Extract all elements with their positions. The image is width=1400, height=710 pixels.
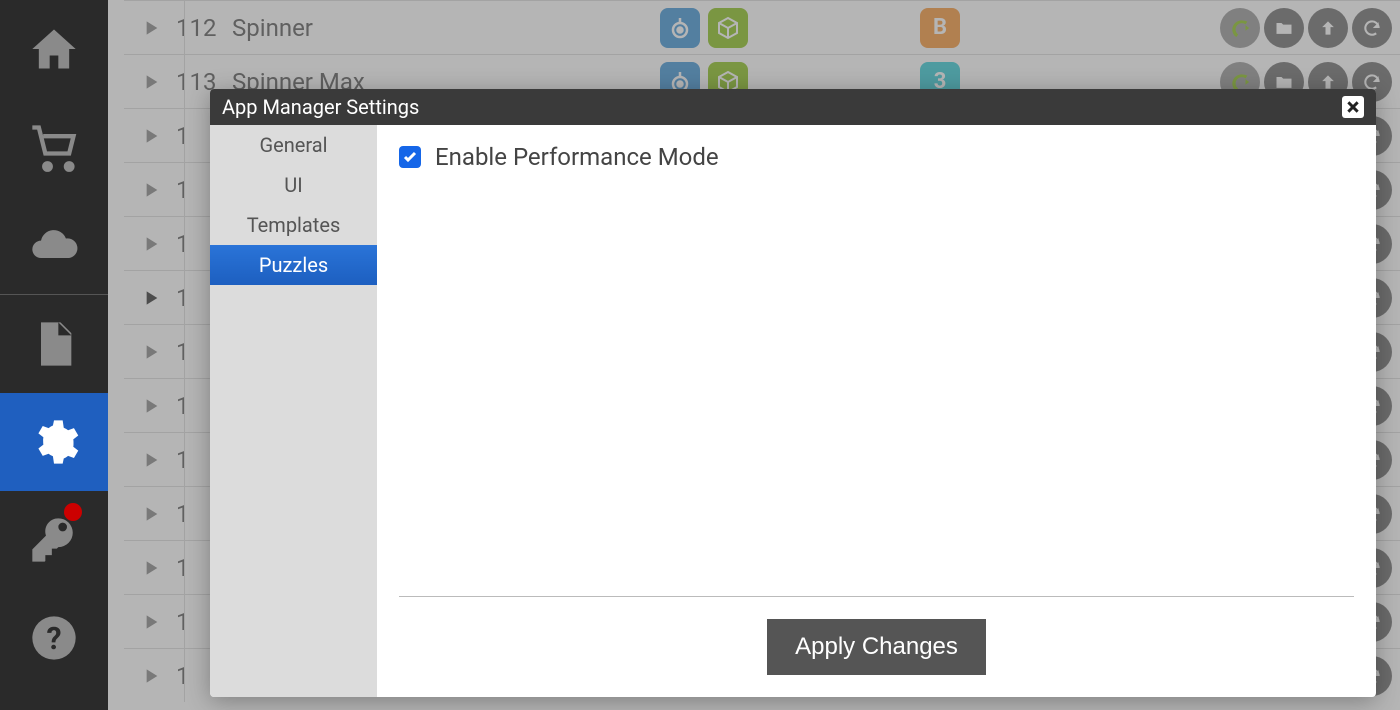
play-icon <box>144 614 160 630</box>
home-icon <box>28 23 80 75</box>
option-performance-mode: Enable Performance Mode <box>399 143 1354 171</box>
expand-toggle[interactable] <box>132 74 172 90</box>
dialog-header: App Manager Settings <box>210 89 1376 125</box>
sidebar-item-license[interactable] <box>0 491 108 589</box>
sidebar-item-home[interactable] <box>0 0 108 98</box>
nav-label: General <box>259 133 327 157</box>
gear-icon <box>28 416 80 468</box>
close-icon <box>1346 100 1360 114</box>
play-icon <box>144 74 160 90</box>
row-name: Spinner <box>232 14 660 42</box>
dialog-title: App Manager Settings <box>222 95 419 119</box>
main-sidebar: ? <box>0 0 108 710</box>
play-icon <box>144 182 160 198</box>
key-icon <box>28 514 80 566</box>
play-icon <box>144 20 160 36</box>
nav-label: UI <box>284 173 302 197</box>
dialog-nav-general[interactable]: General <box>210 125 377 165</box>
nav-label: Puzzles <box>259 253 328 277</box>
notification-dot <box>64 503 82 521</box>
play-icon <box>144 344 160 360</box>
play-icon <box>144 668 160 684</box>
column-separator <box>184 0 185 702</box>
play-icon <box>144 560 160 576</box>
play-icon <box>144 290 160 306</box>
dialog-close-button[interactable] <box>1342 96 1364 118</box>
dialog-main: Enable Performance Mode Apply Changes <box>377 125 1376 697</box>
play-icon <box>144 236 160 252</box>
sidebar-item-settings[interactable] <box>0 393 108 491</box>
row-engine-badges <box>660 8 920 48</box>
sidebar-item-files[interactable] <box>0 295 108 393</box>
dialog-nav-puzzles[interactable]: Puzzles <box>210 245 377 285</box>
play-icon <box>144 128 160 144</box>
sidebar-item-store[interactable] <box>0 98 108 196</box>
settings-dialog: App Manager Settings General UI Template… <box>210 89 1376 697</box>
up-arrow-icon <box>1318 18 1338 38</box>
row-number: 112 <box>172 14 232 42</box>
refresh-icon <box>1362 18 1382 38</box>
expand-toggle[interactable] <box>132 20 172 36</box>
folder-icon <box>1274 18 1294 38</box>
dialog-nav-templates[interactable]: Templates <box>210 205 377 245</box>
row-platform-badges: B <box>920 8 1180 48</box>
document-icon <box>28 318 80 370</box>
action-refresh[interactable] <box>1352 8 1392 48</box>
cloud-icon <box>28 219 80 271</box>
sidebar-item-help[interactable]: ? <box>0 589 108 687</box>
row-actions <box>1180 8 1400 48</box>
action-folder[interactable] <box>1264 8 1304 48</box>
svg-text:?: ? <box>46 622 61 657</box>
check-icon <box>402 149 418 165</box>
play-icon <box>144 452 160 468</box>
target-badge-icon <box>660 8 700 48</box>
performance-mode-label: Enable Performance Mode <box>435 143 719 171</box>
nav-label: Templates <box>247 213 341 237</box>
cart-icon <box>28 121 80 173</box>
cube-badge-icon <box>708 8 748 48</box>
letter-badge: B <box>920 8 960 48</box>
sidebar-item-cloud[interactable] <box>0 196 108 294</box>
help-icon: ? <box>28 612 80 664</box>
table-row[interactable]: 112 Spinner B <box>124 0 1400 54</box>
play-icon <box>144 398 160 414</box>
performance-mode-checkbox[interactable] <box>399 146 421 168</box>
dialog-nav-ui[interactable]: UI <box>210 165 377 205</box>
dialog-separator <box>399 596 1354 597</box>
play-icon <box>144 506 160 522</box>
action-deploy[interactable] <box>1220 8 1260 48</box>
action-upload[interactable] <box>1308 8 1348 48</box>
dialog-nav: General UI Templates Puzzles <box>210 125 377 697</box>
deploy-icon <box>1229 17 1251 39</box>
apply-changes-button[interactable]: Apply Changes <box>767 619 986 675</box>
